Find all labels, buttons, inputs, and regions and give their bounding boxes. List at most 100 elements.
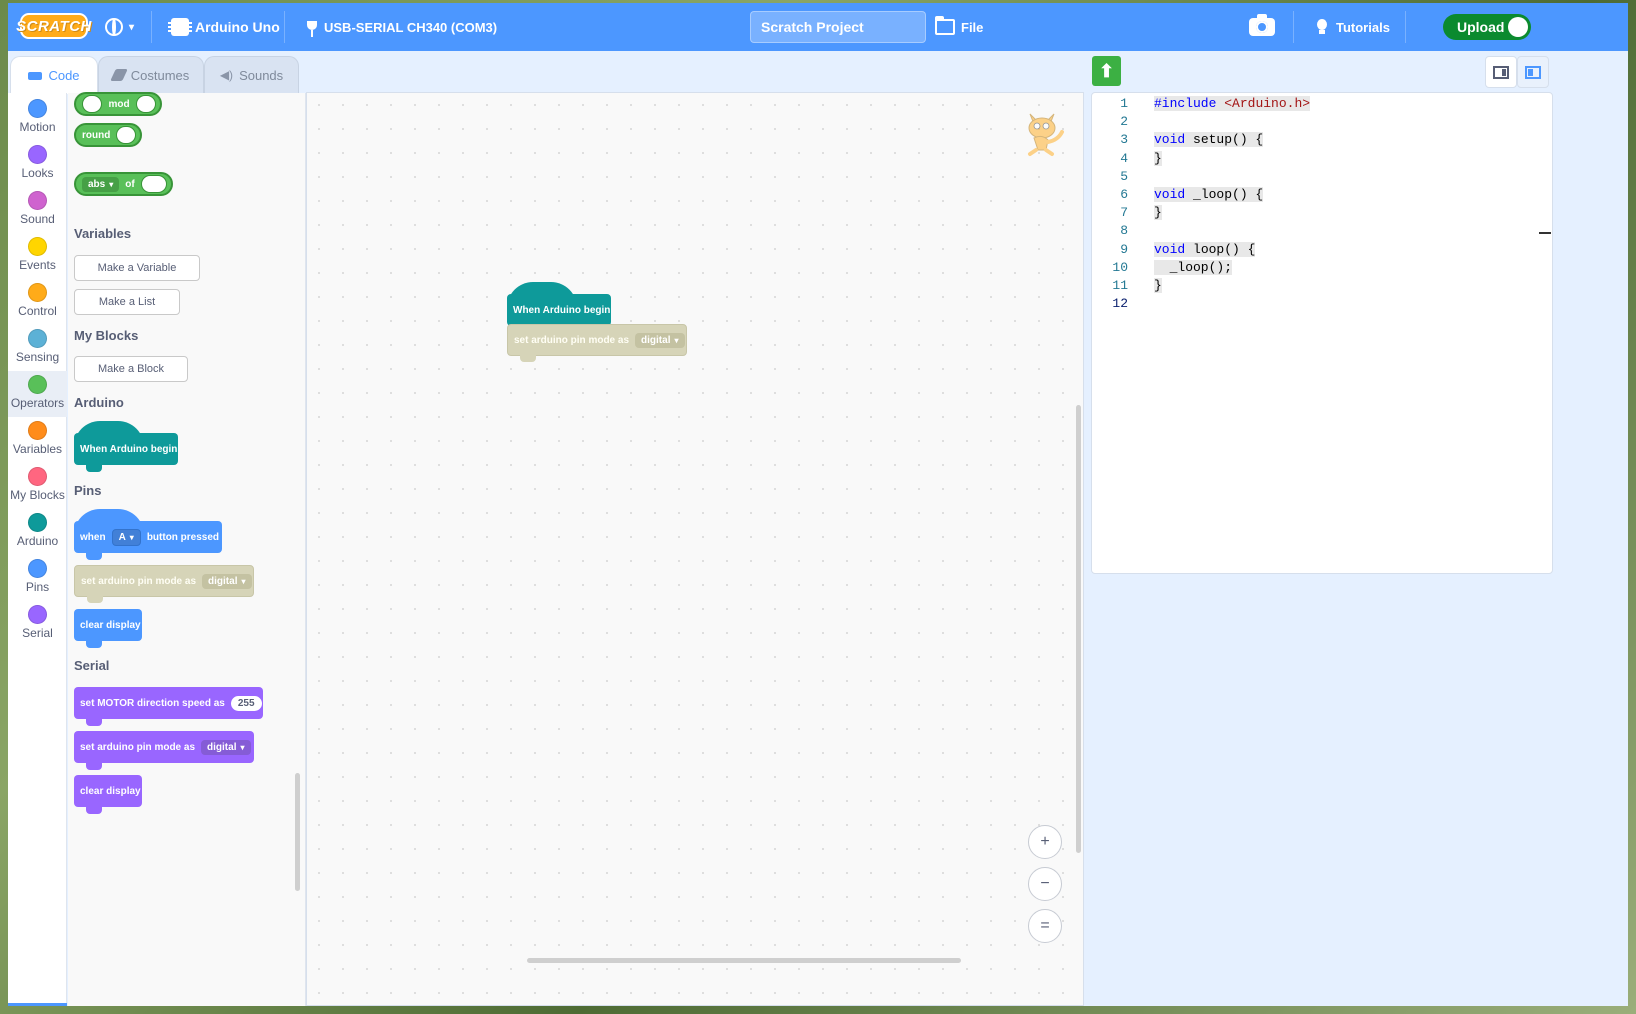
clear-display-block[interactable]: clear display	[74, 609, 142, 648]
code-line[interactable]: 3 void setup() {	[1092, 132, 1552, 150]
layout-left-icon	[1525, 65, 1541, 79]
zoom-out-icon: −	[1040, 875, 1050, 892]
category-color-dot	[28, 99, 47, 118]
workspace-vertical-scrollbar[interactable]	[1076, 405, 1081, 853]
editor-scroll-marker	[1539, 232, 1551, 234]
upload-label: Upload	[1457, 19, 1505, 35]
category-label: Sound	[20, 212, 55, 226]
set-motor-speed-block[interactable]: set MOTOR direction speed as 255	[74, 687, 263, 726]
language-menu[interactable]: ▾	[105, 3, 134, 51]
upload-code-button[interactable]: ⬆	[1092, 56, 1121, 86]
category-label: Operators	[10, 396, 65, 410]
layout-right-icon	[1493, 65, 1509, 79]
line-number: 5	[1120, 168, 1128, 184]
port-selector[interactable]: USB-SERIAL CH340 (COM3)	[306, 3, 497, 51]
button-dropdown[interactable]: A	[111, 528, 141, 546]
tab-sounds[interactable]: ◀) Sounds	[204, 56, 299, 93]
mod-label: mod	[108, 98, 130, 110]
section-serial: Serial	[74, 658, 110, 673]
section-arduino: Arduino	[74, 395, 124, 410]
zoom-reset-button[interactable]: =	[1028, 909, 1062, 943]
chip-icon	[168, 18, 192, 36]
code-line[interactable]: 12	[1092, 296, 1552, 314]
when-button-pressed-block[interactable]: when A button pressed	[74, 509, 222, 560]
mod-input-right[interactable]	[135, 95, 156, 113]
code-text: void loop() {	[1154, 241, 1256, 257]
code-line[interactable]: 2	[1092, 114, 1552, 132]
layout-stage-right-button[interactable]	[1485, 56, 1517, 88]
code-text: #include <Arduino.h>	[1154, 96, 1311, 111]
motor-speed-input[interactable]: 255	[230, 695, 262, 711]
workspace-set-pin-mode-block[interactable]: set arduino pin mode as digital	[507, 324, 687, 362]
file-menu[interactable]: File	[935, 3, 983, 51]
serial-clear-display-block[interactable]: clear display	[74, 775, 142, 814]
category-operators[interactable]: Operators	[8, 371, 67, 417]
category-my-blocks[interactable]: My Blocks	[8, 463, 67, 509]
mod-input-left[interactable]	[82, 95, 103, 113]
category-color-dot	[28, 375, 47, 394]
palette-scrollbar[interactable]	[295, 773, 300, 891]
line-number: 1	[1120, 96, 1128, 111]
serial-set-pin-mode-block[interactable]: set arduino pin mode as digital	[74, 731, 254, 770]
category-label: Variables	[12, 442, 63, 456]
pin-mode-dropdown[interactable]: digital	[202, 573, 252, 589]
category-label: Control	[18, 304, 57, 318]
zoom-in-button[interactable]: +	[1028, 825, 1062, 859]
workspace-horizontal-scrollbar[interactable]	[527, 958, 961, 963]
code-line[interactable]: 4}	[1092, 150, 1552, 169]
make-block-button[interactable]: Make a Block	[74, 356, 188, 382]
screenshot-button[interactable]	[1249, 3, 1275, 51]
board-selector[interactable]: Arduino Uno	[168, 3, 280, 51]
tutorials-button[interactable]: Tutorials	[1314, 3, 1390, 51]
category-pins[interactable]: Pins	[8, 555, 67, 601]
code-editor[interactable]: 1 #include <Arduino.h> 2 3 void setup() {4}…	[1091, 92, 1553, 574]
category-events[interactable]: Events	[8, 233, 67, 279]
workspace-pin-mode-dropdown[interactable]: digital	[635, 332, 685, 348]
mod-block[interactable]: mod	[74, 92, 162, 116]
code-workspace[interactable]	[306, 92, 1084, 1006]
code-line[interactable]: 1 #include <Arduino.h>	[1092, 96, 1552, 114]
abs-of-block[interactable]: abs of	[74, 172, 173, 196]
project-title-input[interactable]	[750, 11, 926, 43]
workspace-when-arduino-begin-block[interactable]: When Arduino begin	[507, 282, 611, 333]
lightbulb-icon	[1314, 18, 1330, 36]
code-line[interactable]: 10 _loop();	[1092, 259, 1552, 278]
category-serial[interactable]: Serial	[8, 601, 67, 647]
when-arduino-begin-label: When Arduino begin	[80, 443, 178, 455]
code-line[interactable]: 7}	[1092, 205, 1552, 223]
workspace-pin-mode-value: digital	[641, 334, 671, 346]
code-line[interactable]: 8	[1092, 223, 1552, 241]
when-label: when	[80, 531, 106, 543]
code-line[interactable]: 9 void loop() {	[1092, 241, 1552, 260]
category-variables[interactable]: Variables	[8, 417, 67, 463]
round-block[interactable]: round	[74, 123, 142, 147]
code-line[interactable]: 5	[1092, 169, 1552, 187]
category-looks[interactable]: Looks	[8, 141, 67, 187]
category-sound[interactable]: Sound	[8, 187, 67, 233]
board-label: Arduino Uno	[195, 19, 280, 35]
upload-toggle[interactable]: Upload	[1443, 14, 1531, 40]
category-control[interactable]: Control	[8, 279, 67, 325]
when-arduino-begin-block[interactable]: When Arduino begin	[74, 421, 178, 472]
zoom-out-button[interactable]: −	[1028, 867, 1062, 901]
tab-costumes[interactable]: Costumes	[98, 56, 204, 93]
set-pin-mode-block-disabled[interactable]: set arduino pin mode as digital	[74, 565, 254, 603]
zoom-reset-icon: =	[1040, 917, 1050, 934]
code-line[interactable]: 6 void _loop() {	[1092, 187, 1552, 205]
tab-code[interactable]: Code	[10, 56, 98, 94]
category-arduino[interactable]: Arduino	[8, 509, 67, 555]
scratch-logo[interactable]: SCRATCH	[16, 13, 91, 39]
code-line[interactable]: 11}	[1092, 278, 1552, 296]
abs-dropdown[interactable]: abs	[82, 176, 120, 192]
make-list-button[interactable]: Make a List	[74, 289, 180, 315]
layout-stage-left-button[interactable]	[1517, 56, 1549, 88]
serial-pin-mode-dropdown[interactable]: digital	[201, 739, 251, 755]
add-extension-button[interactable]	[8, 1003, 67, 1006]
category-motion[interactable]: Motion	[8, 95, 67, 141]
round-input[interactable]	[116, 126, 136, 144]
workspace-hat-label: When Arduino begin	[513, 304, 611, 316]
line-number: 6	[1120, 187, 1128, 202]
abs-input[interactable]	[140, 175, 167, 193]
category-sensing[interactable]: Sensing	[8, 325, 67, 371]
make-variable-button[interactable]: Make a Variable	[74, 255, 200, 281]
